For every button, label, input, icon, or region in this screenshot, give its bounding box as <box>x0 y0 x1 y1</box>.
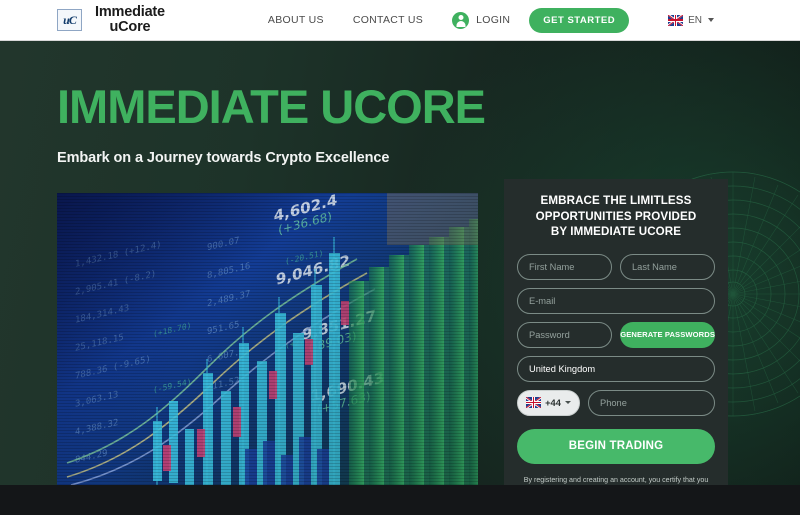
last-name-input[interactable] <box>620 253 715 280</box>
hero-section: IMMEDIATE UCORE Embark on a Journey towa… <box>0 41 800 485</box>
email-input[interactable] <box>517 287 715 314</box>
hero-subtitle: Embark on a Journey towards Crypto Excel… <box>57 150 390 166</box>
signup-heading: EMBRACE THE LIMITLESS OPPORTUNITIES PROV… <box>517 193 715 240</box>
brand-name: Immediate uCore <box>95 5 165 35</box>
country-code-selector[interactable]: +44 <box>517 389 580 416</box>
brand-name-line2: uCore <box>109 19 151 35</box>
password-input[interactable] <box>517 321 613 348</box>
nav-contact-us[interactable]: CONTACT US <box>353 14 423 26</box>
nav-about-us[interactable]: ABOUT US <box>268 14 324 26</box>
chevron-down-icon <box>564 401 571 404</box>
login-button[interactable]: LOGIN <box>452 11 511 29</box>
signup-heading-line3: BY IMMEDIATE UCORE <box>550 225 682 238</box>
brand-logo[interactable]: uC Immediate uCore <box>57 5 165 35</box>
country-row <box>517 355 715 382</box>
begin-trading-button[interactable]: BEGIN TRADING <box>517 428 715 464</box>
uc-monogram-icon: uC <box>57 9 82 31</box>
brand-name-line1: Immediate <box>95 4 165 20</box>
signup-heading-line1: EMBRACE THE LIMITLESS <box>540 194 692 207</box>
uk-flag-icon <box>526 397 542 408</box>
site-header: uC Immediate uCore ABOUT US CONTACT US L… <box>0 0 800 41</box>
first-name-input[interactable] <box>517 253 612 280</box>
login-label: LOGIN <box>476 14 511 26</box>
page-title: IMMEDIATE UCORE <box>57 80 486 133</box>
signup-heading-line2: OPPORTUNITIES PROVIDED <box>535 209 697 223</box>
legal-disclaimer: By registering and creating an account, … <box>517 475 715 486</box>
hero-trading-image: 1,432.18 (+12.4) 2,905.41 (-8.2) 184,314… <box>57 193 478 485</box>
phone-row: +44 <box>517 389 715 416</box>
chevron-down-icon <box>708 18 715 22</box>
landing-page: uC Immediate uCore ABOUT US CONTACT US L… <box>0 0 800 515</box>
uk-flag-icon <box>668 14 684 26</box>
dial-code-label: +44 <box>545 397 561 408</box>
signup-form-card: EMBRACE THE LIMITLESS OPPORTUNITIES PROV… <box>504 179 728 485</box>
phone-input[interactable] <box>588 389 715 416</box>
language-label: EN <box>688 14 703 26</box>
registration-form: GENERATE PASSWORDS +44 <box>517 253 715 486</box>
user-avatar-icon <box>452 11 470 29</box>
get-started-button[interactable]: GET STARTED <box>529 7 630 33</box>
main-navigation: ABOUT US CONTACT US LOGIN GET STARTED EN <box>268 7 715 33</box>
country-input[interactable] <box>517 355 715 382</box>
disclaimer-text-part1: By registering and creating an account, … <box>523 475 709 484</box>
language-selector[interactable]: EN <box>668 14 715 26</box>
email-row <box>517 287 715 314</box>
generate-passwords-button[interactable]: GENERATE PASSWORDS <box>620 321 715 348</box>
name-row <box>517 253 715 280</box>
password-row: GENERATE PASSWORDS <box>517 321 715 348</box>
